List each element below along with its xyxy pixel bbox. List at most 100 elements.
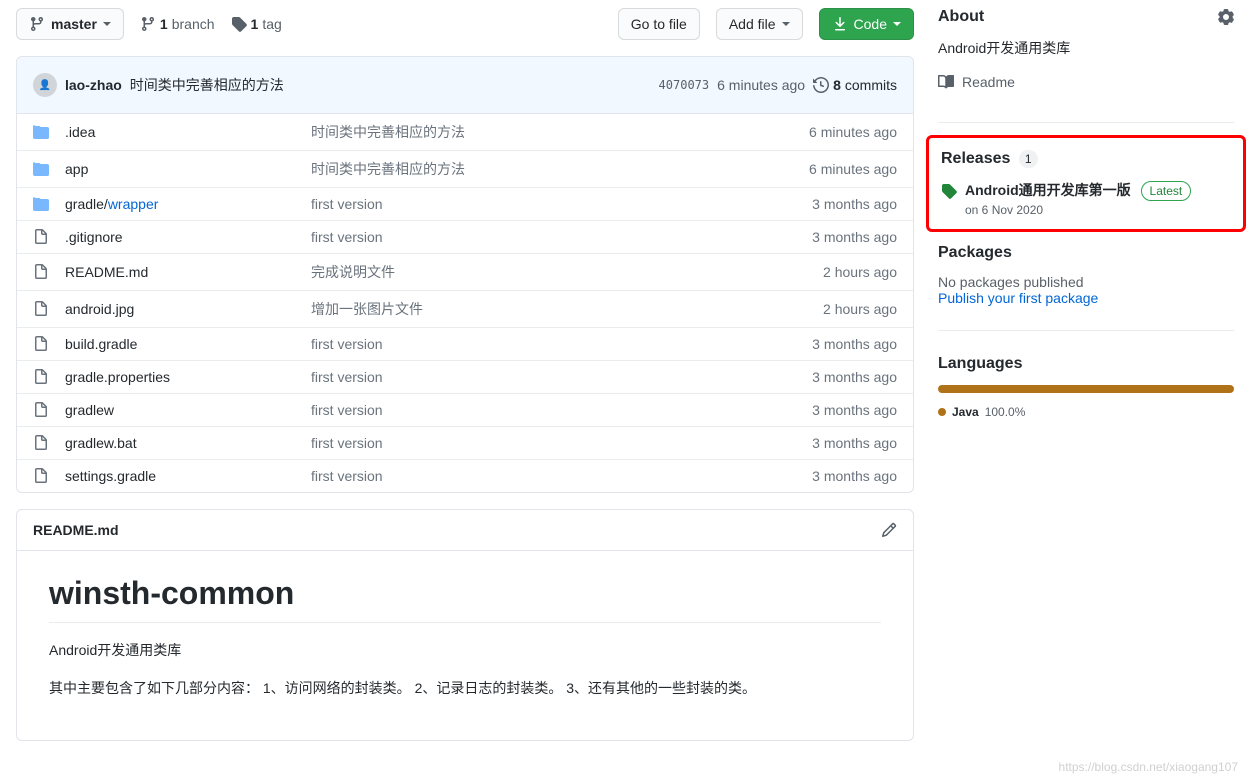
caret-down-icon xyxy=(103,22,111,26)
release-date: on 6 Nov 2020 xyxy=(965,203,1191,217)
file-commit-time: 3 months ago xyxy=(812,369,897,385)
readme-h1: winsth-common xyxy=(49,575,881,623)
readme-p1: Android开发通用类库 xyxy=(49,639,881,661)
file-icon xyxy=(33,264,49,280)
commit-sha[interactable]: 4070073 xyxy=(659,78,710,92)
file-name[interactable]: .idea xyxy=(65,124,295,140)
file-commit-time: 3 months ago xyxy=(812,468,897,484)
releases-heading[interactable]: Releases 1 xyxy=(941,150,1038,168)
git-branch-icon xyxy=(140,16,156,32)
add-file-label: Add file xyxy=(729,14,776,34)
branches-link[interactable]: 1 branch xyxy=(140,16,215,32)
file-commit-message[interactable]: 时间类中完善相应的方法 xyxy=(311,122,793,142)
readme-link-label: Readme xyxy=(962,74,1015,90)
file-icon xyxy=(33,301,49,317)
file-name[interactable]: gradlew.bat xyxy=(65,435,295,451)
readme-filename[interactable]: README.md xyxy=(33,522,119,538)
add-file-button[interactable]: Add file xyxy=(716,8,803,40)
file-commit-message[interactable]: 完成说明文件 xyxy=(311,262,807,282)
file-row: .gitignore first version 3 months ago xyxy=(17,221,913,254)
file-commit-message[interactable]: first version xyxy=(311,336,796,352)
releases-count: 1 xyxy=(1019,150,1038,168)
releases-section: Releases 1 Android通用开发库第一版 Latest on 6 N… xyxy=(941,150,1231,217)
branches-count: 1 xyxy=(160,16,168,32)
file-commit-time: 3 months ago xyxy=(812,435,897,451)
release-item[interactable]: Android通用开发库第一版 Latest on 6 Nov 2020 xyxy=(941,180,1231,217)
file-name[interactable]: android.jpg xyxy=(65,301,295,317)
packages-section: Packages No packages published Publish y… xyxy=(938,244,1234,331)
language-item[interactable]: Java 100.0% xyxy=(938,405,1234,419)
commit-author[interactable]: lao-zhao xyxy=(65,77,122,93)
watermark: https://blog.csdn.net/xiaogang107 xyxy=(1059,760,1238,774)
file-commit-message[interactable]: first version xyxy=(311,369,796,385)
file-commit-time: 3 months ago xyxy=(812,229,897,245)
file-row: settings.gradle first version 3 months ago xyxy=(17,460,913,492)
file-commit-message[interactable]: first version xyxy=(311,468,796,484)
file-icon xyxy=(33,402,49,418)
tag-icon xyxy=(231,16,247,32)
file-row: gradlew.bat first version 3 months ago xyxy=(17,427,913,460)
readme-link[interactable]: Readme xyxy=(938,74,1234,90)
folder-icon xyxy=(33,196,49,212)
about-section: About Android开发通用类库 Readme xyxy=(938,8,1234,123)
edit-readme-button[interactable] xyxy=(881,522,897,538)
file-list-box: 👤 lao-zhao 时间类中完善相应的方法 4070073 6 minutes… xyxy=(16,56,914,493)
go-to-file-button[interactable]: Go to file xyxy=(618,8,700,40)
languages-section: Languages Java 100.0% xyxy=(938,355,1234,443)
file-row: gradlew first version 3 months ago xyxy=(17,394,913,427)
commits-label: commits xyxy=(845,77,897,93)
avatar[interactable]: 👤 xyxy=(33,73,57,97)
file-icon xyxy=(33,468,49,484)
file-commit-message[interactable]: first version xyxy=(311,229,796,245)
tags-count: 1 xyxy=(251,16,259,32)
caret-down-icon xyxy=(782,22,790,26)
about-description: Android开发通用类库 xyxy=(938,38,1234,58)
branch-select-button[interactable]: master xyxy=(16,8,124,40)
publish-package-link[interactable]: Publish your first package xyxy=(938,290,1098,306)
file-commit-time: 3 months ago xyxy=(812,402,897,418)
code-label: Code xyxy=(854,14,887,34)
packages-none: No packages published xyxy=(938,274,1234,290)
readme-p2: 其中主要包含了如下几部分内容： 1、访问网络的封装类。 2、记录日志的封装类。 … xyxy=(49,677,881,699)
file-name[interactable]: gradle/wrapper xyxy=(65,196,295,212)
packages-heading[interactable]: Packages xyxy=(938,244,1012,262)
commits-count: 8 xyxy=(833,77,841,93)
file-name[interactable]: build.gradle xyxy=(65,336,295,352)
file-commit-time: 2 hours ago xyxy=(823,264,897,280)
readme-box: README.md winsth-common Android开发通用类库 其中… xyxy=(16,509,914,741)
file-commit-message[interactable]: 时间类中完善相应的方法 xyxy=(311,159,793,179)
file-row: build.gradle first version 3 months ago xyxy=(17,328,913,361)
file-commit-message[interactable]: 增加一张图片文件 xyxy=(311,299,807,319)
language-name: Java xyxy=(952,405,979,419)
file-row: android.jpg增加一张图片文件2 hours ago xyxy=(17,291,913,328)
commits-link[interactable]: 8 commits xyxy=(813,77,897,93)
file-commit-message[interactable]: first version xyxy=(311,402,796,418)
code-button[interactable]: Code xyxy=(819,8,914,40)
gear-icon xyxy=(1218,9,1234,25)
file-name[interactable]: settings.gradle xyxy=(65,468,295,484)
tags-link[interactable]: 1 tag xyxy=(231,16,282,32)
file-name[interactable]: app xyxy=(65,161,295,177)
file-icon xyxy=(33,336,49,352)
file-name[interactable]: gradlew xyxy=(65,402,295,418)
pencil-icon xyxy=(881,522,897,538)
latest-badge: Latest xyxy=(1141,181,1192,201)
languages-heading: Languages xyxy=(938,355,1022,373)
file-commit-message[interactable]: first version xyxy=(311,196,796,212)
readme-content: winsth-common Android开发通用类库 其中主要包含了如下几部分… xyxy=(17,551,913,740)
folder-icon xyxy=(33,124,49,140)
language-bar[interactable] xyxy=(938,385,1234,393)
settings-button[interactable] xyxy=(1218,9,1234,25)
file-commit-message[interactable]: first version xyxy=(311,435,796,451)
file-commit-time: 6 minutes ago xyxy=(809,161,897,177)
commit-message[interactable]: 时间类中完善相应的方法 xyxy=(130,75,284,95)
file-commit-time: 3 months ago xyxy=(812,336,897,352)
file-commit-time: 3 months ago xyxy=(812,196,897,212)
file-name[interactable]: README.md xyxy=(65,264,295,280)
repo-toolbar: master 1 branch 1 tag Go to file Add fil… xyxy=(16,8,914,40)
history-icon xyxy=(813,77,829,93)
file-row: README.md 完成说明文件 2 hours ago xyxy=(17,254,913,291)
book-icon xyxy=(938,74,954,90)
file-name[interactable]: gradle.properties xyxy=(65,369,295,385)
file-name[interactable]: .gitignore xyxy=(65,229,295,245)
